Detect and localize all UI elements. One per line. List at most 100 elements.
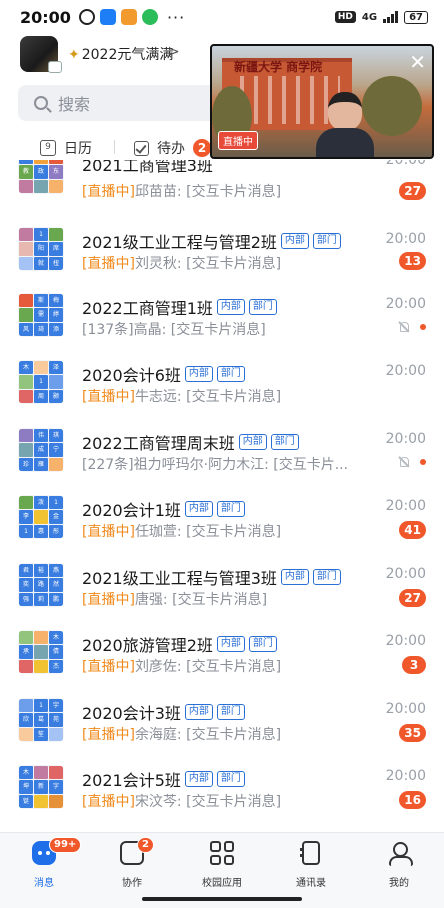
chat-preview: [直播中]牛志远: [交互卡片消息] [82, 386, 281, 406]
chat-preview-text: 刘灵秋: [交互卡片消息] [134, 256, 282, 272]
signal-icon [383, 11, 399, 23]
chat-item[interactable]: 木泽 1 周颢 2020会计6班 内部 部门 20:00 [直播中]牛志远: [… [0, 340, 444, 407]
unread-count-badge: 16 [399, 791, 426, 809]
chat-time: 20:00 [385, 363, 426, 379]
search-icon [34, 96, 48, 110]
chat-preview-text: 余海庭: [交互卡片消息] [134, 727, 282, 743]
live-indicator: [直播中] [82, 256, 135, 272]
live-indicator: [直播中] [82, 592, 135, 608]
leaf-icon: ✦ [68, 47, 80, 63]
unread-dot [420, 324, 426, 330]
chat-title: 2020会计3班 [82, 704, 181, 723]
chat-title: 2021会计5班 [82, 771, 181, 790]
unread-count-badge: 27 [399, 589, 426, 607]
profile-icon [387, 841, 413, 866]
presenter-image [316, 92, 374, 157]
nav-messages[interactable]: 消息 99+ [9, 837, 82, 890]
live-video-window[interactable]: 新疆大学 商学院 ✕ 直播中 [210, 44, 434, 159]
chat-title: 2020会计1班 [82, 501, 181, 520]
search-bar[interactable]: 搜索 [18, 85, 232, 121]
chat-item[interactable]: 伟琪 成宁 珍雁 2022工商管理周末班 内部 部门 20:00 [227条]祖… [0, 408, 444, 475]
chat-time: 20:00 [385, 296, 426, 312]
department-tag: 部门 [216, 771, 245, 787]
department-tag: 部门 [248, 636, 277, 652]
close-icon[interactable]: ✕ [409, 50, 426, 74]
nav-label: 消息 [34, 878, 54, 889]
group-avatar: 1 阳席 就扭 [18, 227, 64, 271]
chat-item[interactable]: 泼1 李金 1惠彤 2020会计1班 内部 部门 20:00 [直播中]任珈萱:… [0, 475, 444, 542]
chat-time: 20:00 [385, 431, 426, 447]
chat-preview-text: 邱苗苗: [交互卡片消息] [134, 184, 282, 200]
group-avatar: 木 承倩 杰 [18, 630, 64, 674]
chat-title-row: 2021会计5班 内部 部门 [82, 767, 245, 791]
contacts-icon [300, 841, 320, 865]
chat-title: 2021级工业工程与管理2班 [82, 233, 277, 252]
nav-contacts[interactable]: 通讯录 [276, 841, 346, 890]
chat-preview-text: [227条]祖力呼玛尔·阿力木江: [交互卡片... [82, 457, 349, 473]
chat-preview: [直播中]余海庭: [交互卡片消息] [82, 724, 281, 744]
home-indicator[interactable] [142, 897, 302, 901]
alarm-icon [78, 9, 95, 25]
chat-preview: [直播中]任珈萱: [交互卡片消息] [82, 521, 281, 541]
chat-title-row: 2020旅游管理2班 内部 部门 [82, 632, 277, 656]
nav-profile[interactable]: 我的 [364, 841, 434, 890]
chat-preview-text: [137条]高晶: [交互卡片消息] [82, 322, 266, 338]
chat-title: 2020会计6班 [82, 366, 181, 385]
building-sign: 新疆大学 商学院 [234, 60, 323, 74]
battery-level: 67 [404, 10, 428, 24]
nav-label: 协作 [122, 878, 142, 889]
muted-indicator [398, 321, 426, 333]
chat-title: 2022工商管理1班 [82, 299, 213, 318]
chat-list[interactable]: 飞慧哭 教政东 2021工商管理3班 20:00 [直播中]邱苗苗: [交互卡片… [0, 160, 444, 832]
user-name-button[interactable]: ✦ 2022元气满满 [68, 44, 173, 64]
todo-count-badge: 2 [193, 139, 211, 157]
department-tag: 部门 [270, 434, 299, 450]
unread-count-badge: 27 [399, 182, 426, 200]
chat-preview: [直播中]唐强: [交互卡片消息] [82, 589, 267, 609]
internal-tag: 内部 [184, 501, 213, 517]
chat-item[interactable]: 斯梅 需婷 风琦添 2022工商管理1班 内部 部门 20:00 [137条]高… [0, 273, 444, 340]
chat-preview-text: 刘彦佐: [交互卡片消息] [134, 659, 282, 675]
checkbox-icon [134, 140, 149, 156]
internal-tag: 内部 [184, 366, 213, 382]
group-avatar: 伟琪 成宁 珍雁 [18, 428, 64, 472]
chat-title-row: 2022工商管理1班 内部 部门 [82, 295, 277, 319]
chat-title: 2020旅游管理2班 [82, 636, 213, 655]
chat-title: 2022工商管理周末班 [82, 434, 235, 453]
user-name: 2022元气满满 [81, 47, 174, 63]
chat-time: 20:00 [385, 498, 426, 514]
chat-preview: [直播中]刘灵秋: [交互卡片消息] [82, 253, 281, 273]
chat-item[interactable]: 飞慧哭 教政东 2021工商管理3班 20:00 [直播中]邱苗苗: [交互卡片… [0, 160, 444, 205]
todo-button[interactable]: 待办 2 [134, 138, 211, 158]
status-time: 20:00 [20, 7, 71, 27]
internal-tag: 内部 [280, 569, 309, 585]
chat-time: 20:00 [385, 633, 426, 649]
nav-campus-apps[interactable]: 校园应用 [187, 841, 257, 890]
chat-preview: [直播中]刘彦佐: [交互卡片消息] [82, 656, 281, 676]
calendar-button[interactable]: 9 日历 [40, 138, 92, 158]
nav-badge: 2 [137, 837, 154, 853]
department-tag: 部门 [216, 366, 245, 382]
group-avatar: 君裕燕 奕路然 强莉鹏 [18, 563, 64, 607]
chat-item[interactable]: 1 阳席 就扭 2021级工业工程与管理2班 内部 部门 20:00 [直播中]… [0, 205, 444, 272]
chat-preview: [227条]祖力呼玛尔·阿力木江: [交互卡片... [82, 454, 348, 474]
chat-item[interactable]: 木 坤新字 铤 2021会计5班 内部 部门 20:00 [直播中]宋汶芩: [… [0, 745, 444, 812]
device-status-icon [48, 61, 62, 73]
unread-count-badge: 3 [402, 656, 426, 674]
chat-item[interactable]: 君裕燕 奕路然 强莉鹏 2021级工业工程与管理3班 内部 部门 20:00 [… [0, 543, 444, 610]
internal-tag: 内部 [280, 233, 309, 249]
chat-title-row: 2020会计1班 内部 部门 [82, 497, 245, 521]
calendar-icon: 9 [40, 140, 56, 156]
chat-title: 2021工商管理3班 [82, 160, 213, 175]
department-tag: 部门 [248, 299, 277, 315]
presenter-body [316, 128, 374, 157]
app-notification-icon [99, 9, 116, 25]
chat-title-row: 2021级工业工程与管理2班 内部 部门 [82, 229, 341, 253]
chat-preview-text: 唐强: [交互卡片消息] [134, 592, 268, 608]
nav-collab[interactable]: 协作 2 [97, 837, 167, 890]
department-tag: 部门 [312, 233, 341, 249]
chat-item[interactable]: 木 承倩 杰 2020旅游管理2班 内部 部门 20:00 [直播中]刘彦佐: … [0, 610, 444, 677]
apps-grid-icon [210, 841, 234, 865]
chat-item[interactable]: 1宇 欣葛苑 笙 2020会计3班 内部 部门 20:00 [直播中]余海庭: … [0, 678, 444, 745]
todo-label: 待办 [157, 141, 185, 157]
